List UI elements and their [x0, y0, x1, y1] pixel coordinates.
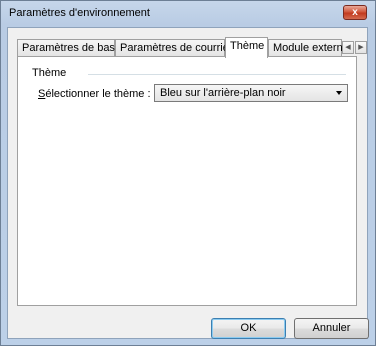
tab-label: Paramètres de courriel	[120, 42, 232, 54]
theme-select-value: Bleu sur l'arrière-plan noir	[160, 87, 286, 99]
title-bar[interactable]: Paramètres d'environnement x	[1, 1, 375, 25]
close-icon: x	[352, 7, 358, 18]
cancel-button[interactable]: Annuler	[294, 318, 369, 339]
theme-select[interactable]: Bleu sur l'arrière-plan noir	[154, 84, 348, 102]
group-divider	[88, 74, 346, 75]
tab-parametres-de-base[interactable]: Paramètres de base	[17, 39, 121, 57]
theme-select-label: Sélectionner le thème :	[38, 88, 151, 100]
tab-label: Paramètres de base	[22, 42, 122, 54]
chevron-down-icon[interactable]	[336, 91, 342, 95]
ok-label: OK	[240, 322, 257, 334]
tab-strip: Paramètres de base Paramètres de courrie…	[17, 37, 367, 58]
tab-parametres-de-courriel[interactable]: Paramètres de courriel	[115, 39, 231, 57]
label-text: électionner le thème :	[45, 88, 151, 100]
tab-theme[interactable]: Thème	[225, 37, 268, 58]
window-title: Paramètres d'environnement	[9, 7, 150, 19]
tab-scroll-left-icon[interactable]: ◀	[342, 41, 354, 54]
close-button[interactable]: x	[343, 5, 367, 20]
tab-module-externe[interactable]: Module externe	[268, 39, 349, 57]
tab-label: Module externe	[273, 42, 349, 54]
group-label: Thème	[32, 67, 71, 79]
tab-scroll-right-icon[interactable]: ▶	[355, 41, 367, 54]
ok-button[interactable]: OK	[211, 318, 286, 339]
tab-panel-theme: Thème Sélectionner le thème : Bleu sur l…	[17, 56, 357, 306]
cancel-label: Annuler	[312, 322, 351, 334]
tab-label: Thème	[230, 40, 265, 52]
